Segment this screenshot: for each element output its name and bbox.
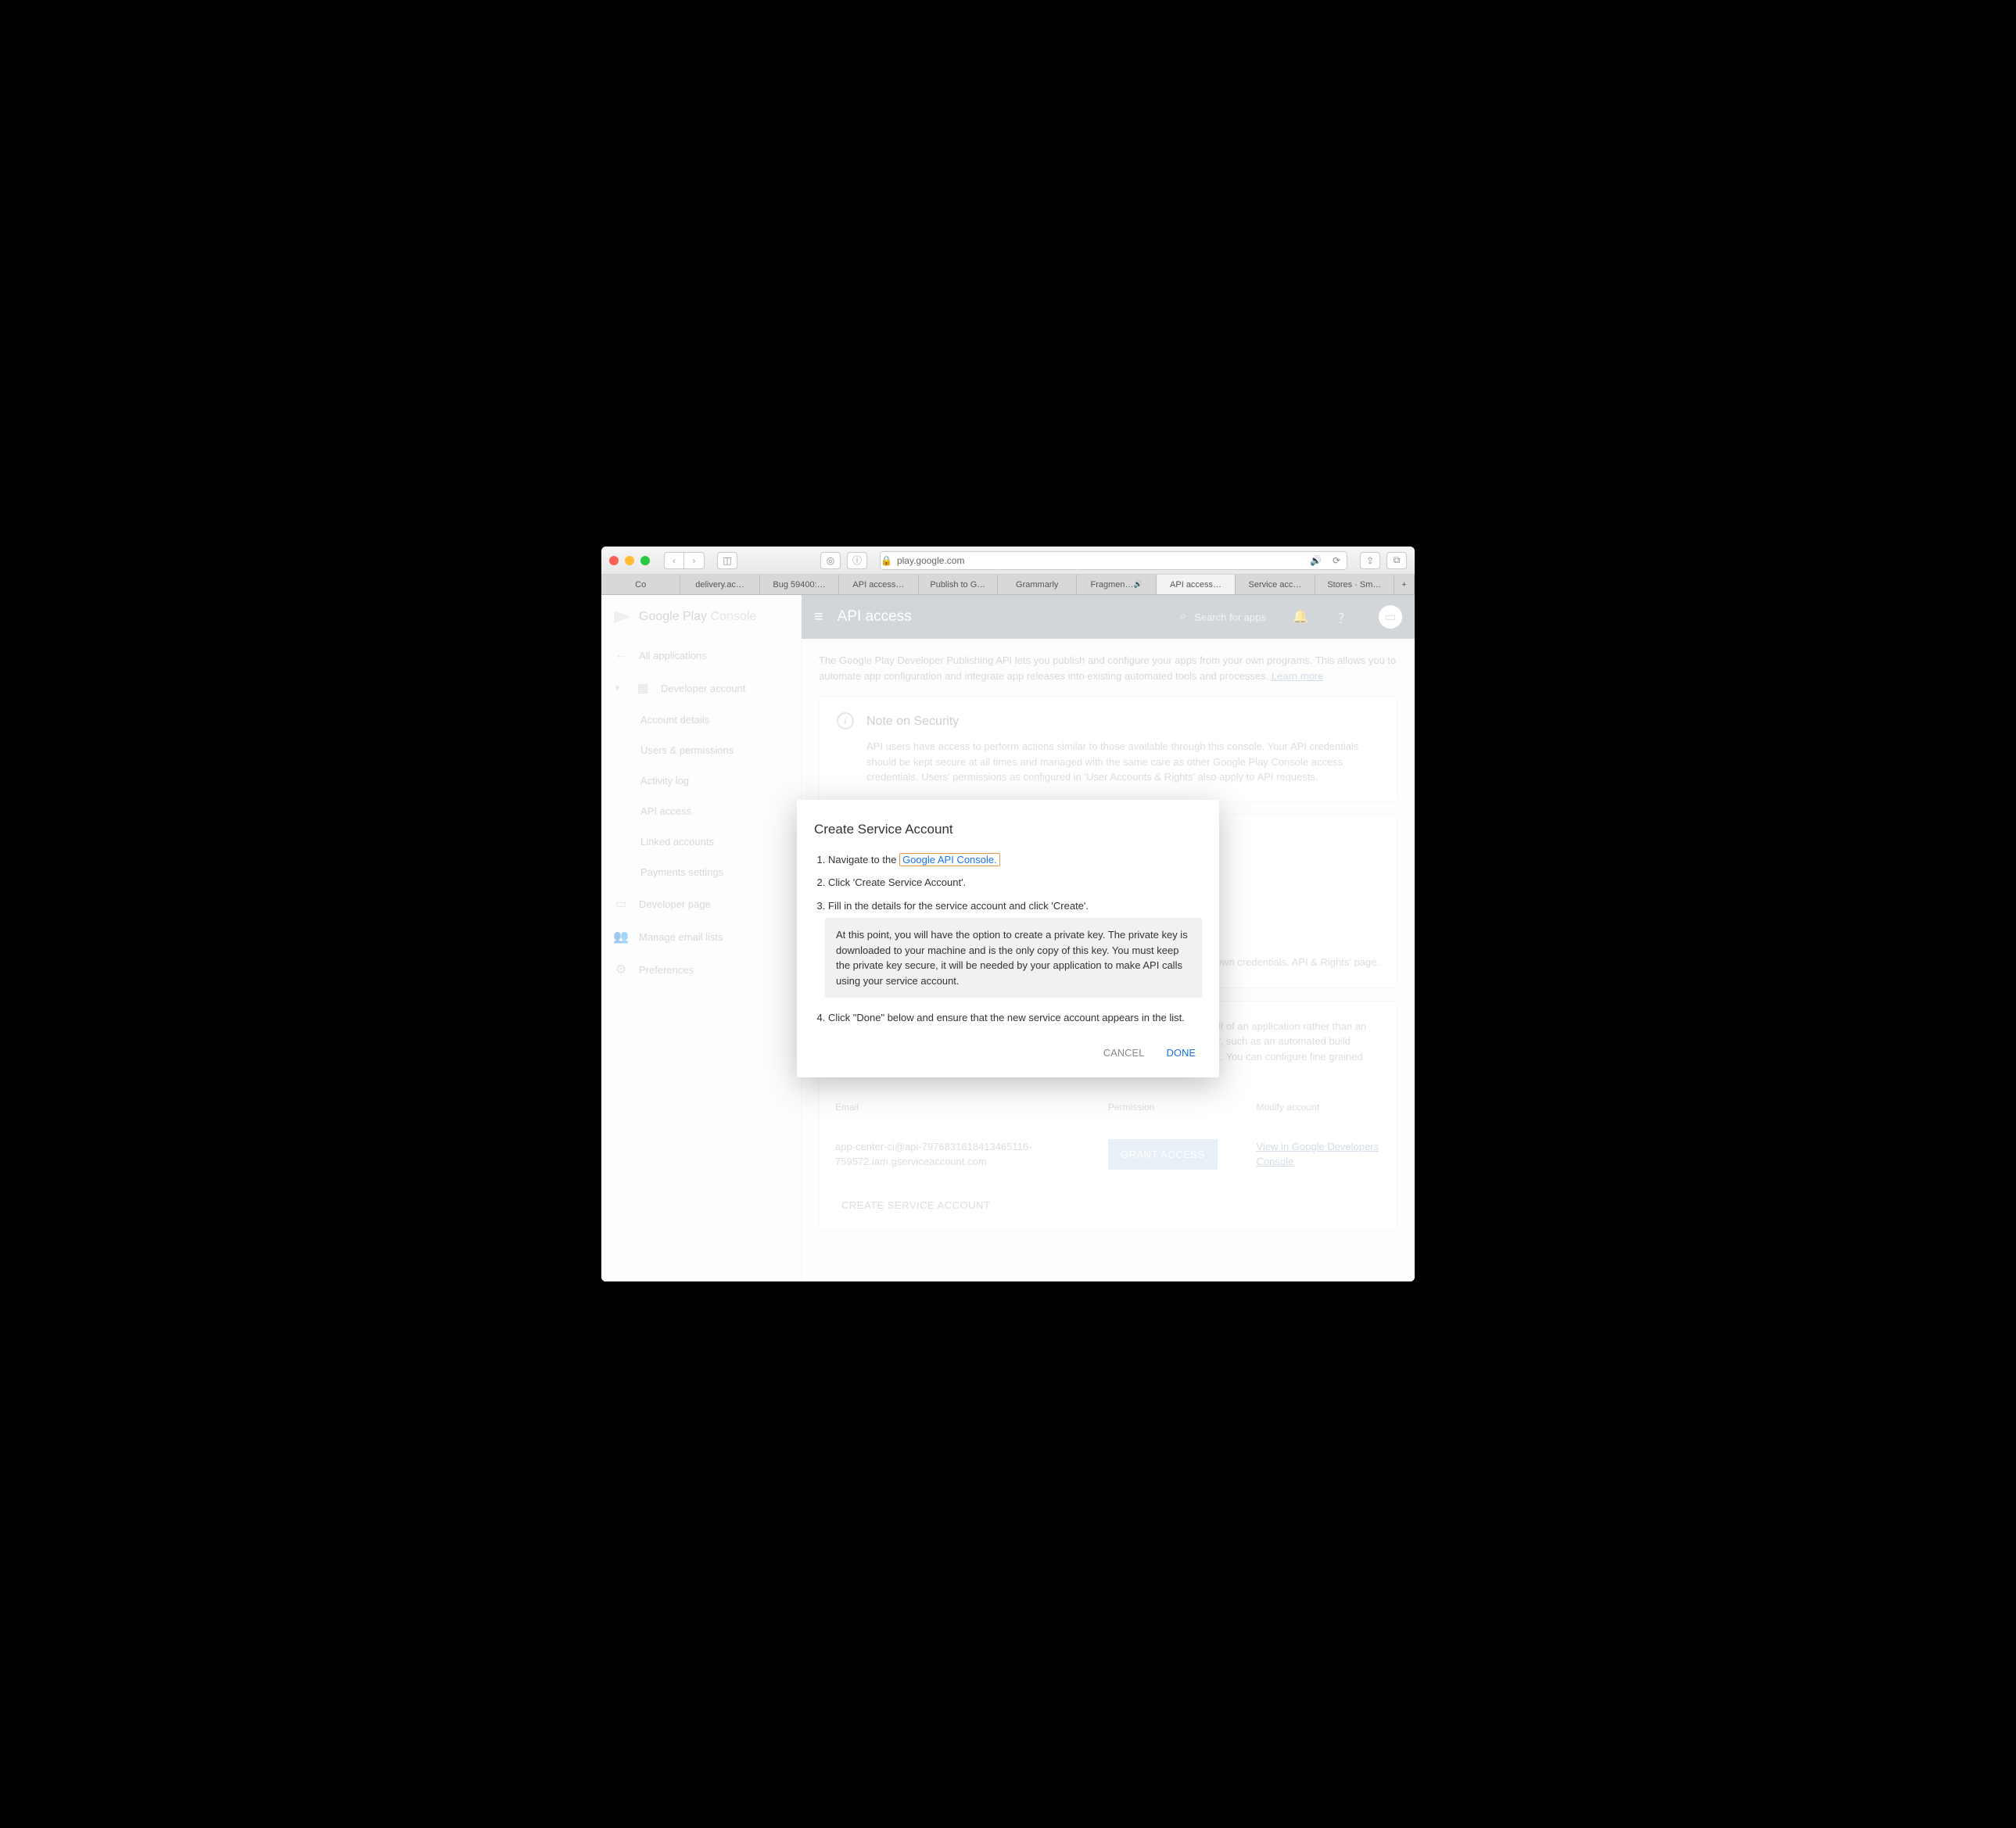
cancel-button[interactable]: CANCEL bbox=[1103, 1047, 1145, 1059]
google-api-console-link[interactable]: Google API Console. bbox=[899, 853, 1000, 866]
sidebar-toggle-button[interactable]: ◫ bbox=[717, 552, 737, 569]
zoom-window-button[interactable] bbox=[640, 556, 650, 565]
step-3: Fill in the details for the service acco… bbox=[828, 894, 1202, 1007]
browser-tab[interactable]: Publish to G… bbox=[919, 575, 998, 594]
browser-window: ‹ › ◫ ◎ ⓘ 🔒 play.google.com 🔊 ⟳ ⇪ ⧉ Code… bbox=[601, 547, 1415, 1281]
browser-tab[interactable]: API access… bbox=[1157, 575, 1236, 594]
reload-icon[interactable]: ⟳ bbox=[1333, 555, 1340, 566]
browser-tab[interactable]: Grammarly bbox=[998, 575, 1077, 594]
done-button[interactable]: DONE bbox=[1166, 1047, 1196, 1059]
nav-buttons: ‹ › bbox=[664, 552, 705, 569]
forward-button[interactable]: › bbox=[684, 552, 705, 569]
browser-tab[interactable]: Service acc… bbox=[1236, 575, 1315, 594]
traffic-lights bbox=[609, 556, 650, 565]
create-service-account-dialog: Create Service Account Navigate to the G… bbox=[797, 800, 1219, 1077]
audio-icon: 🔊 bbox=[1310, 555, 1322, 566]
dialog-title: Create Service Account bbox=[797, 822, 1219, 848]
share-button[interactable]: ⇪ bbox=[1360, 552, 1380, 569]
dialog-steps: Navigate to the Google API Console. Clic… bbox=[797, 848, 1219, 1030]
extension-button-2[interactable]: ⓘ bbox=[847, 552, 867, 569]
step-1: Navigate to the Google API Console. bbox=[828, 848, 1202, 872]
new-tab-button[interactable]: + bbox=[1394, 575, 1415, 594]
step-2: Click 'Create Service Account'. bbox=[828, 871, 1202, 894]
back-button[interactable]: ‹ bbox=[664, 552, 684, 569]
private-key-note: At this point, you will have the option … bbox=[825, 918, 1202, 998]
browser-tab[interactable]: delivery.ac… bbox=[680, 575, 759, 594]
close-window-button[interactable] bbox=[609, 556, 619, 565]
tabs-button[interactable]: ⧉ bbox=[1386, 552, 1407, 569]
modal-scrim[interactable]: Create Service Account Navigate to the G… bbox=[601, 595, 1415, 1281]
page-content: Google Play Console ← All applications ▼… bbox=[601, 595, 1415, 1281]
titlebar: ‹ › ◫ ◎ ⓘ 🔒 play.google.com 🔊 ⟳ ⇪ ⧉ bbox=[601, 547, 1415, 575]
lock-icon: 🔒 bbox=[881, 555, 892, 566]
step-4: Click "Done" below and ensure that the n… bbox=[828, 1006, 1202, 1030]
dialog-actions: CANCEL DONE bbox=[797, 1030, 1219, 1066]
url-bar[interactable]: 🔒 play.google.com 🔊 ⟳ bbox=[880, 551, 1347, 570]
url-text: play.google.com bbox=[897, 555, 965, 566]
browser-tab[interactable]: Fragmen… 🔊 bbox=[1077, 575, 1156, 594]
browser-tab[interactable]: Stores · Sm… bbox=[1315, 575, 1394, 594]
browser-tab[interactable]: Co bbox=[601, 575, 680, 594]
browser-tab[interactable]: Bug 59400:… bbox=[760, 575, 839, 594]
minimize-window-button[interactable] bbox=[625, 556, 634, 565]
tab-bar: Codelivery.ac…Bug 59400:…API access…Publ… bbox=[601, 575, 1415, 595]
browser-tab[interactable]: API access… bbox=[839, 575, 918, 594]
extension-button-1[interactable]: ◎ bbox=[820, 552, 841, 569]
